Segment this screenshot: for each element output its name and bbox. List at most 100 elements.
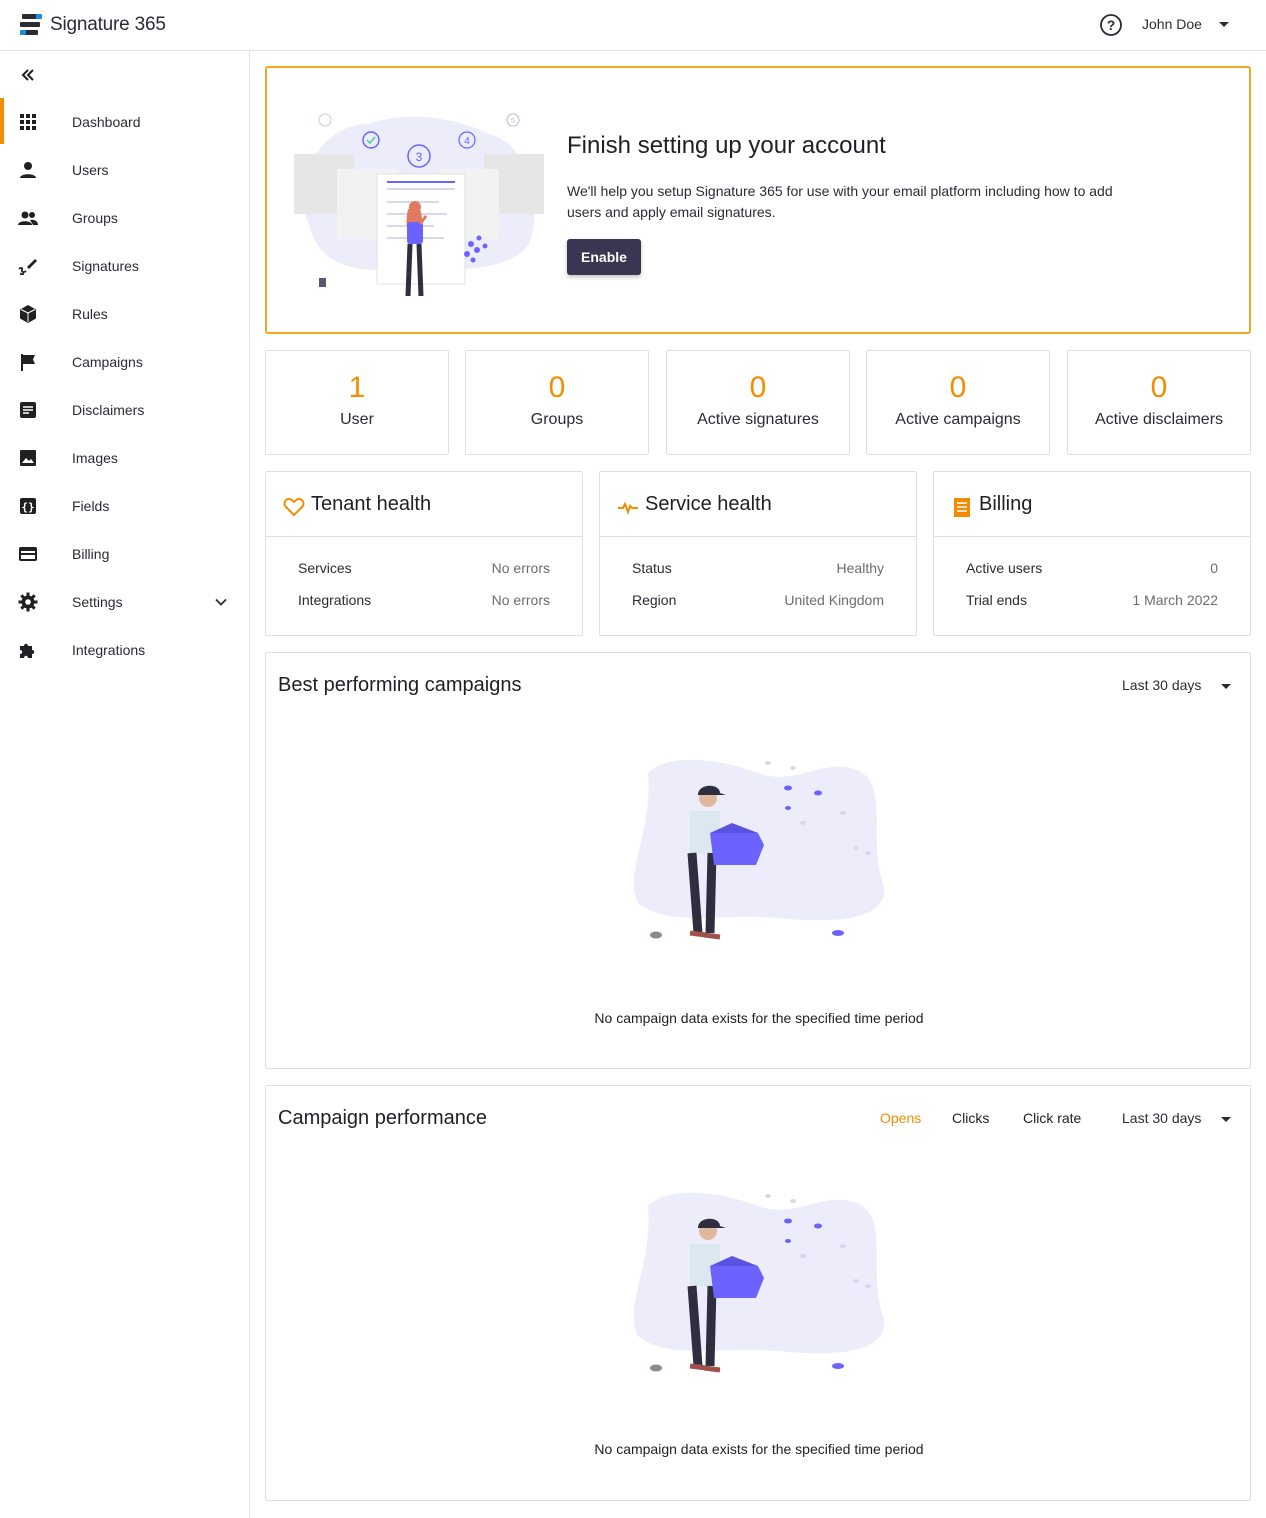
kv-key: Active users xyxy=(966,560,1043,576)
setup-illustration: 3 4 5 xyxy=(294,113,544,297)
user-menu-name[interactable]: John Doe xyxy=(1142,16,1202,32)
sidebar-item-label: Dashboard xyxy=(72,114,141,130)
stat-card-active-campaigns[interactable]: 0 Active campaigns xyxy=(866,350,1050,455)
card-header: Service health xyxy=(600,472,916,537)
sidebar-item-signatures[interactable]: Signatures xyxy=(0,242,249,290)
stat-value: 0 xyxy=(1150,371,1168,404)
kv-key: Services xyxy=(298,560,352,576)
panel-title: Campaign performance xyxy=(278,1107,487,1129)
svg-text:4: 4 xyxy=(464,136,470,147)
billing-card: Billing Active users 0 Trial ends 1 March … xyxy=(933,471,1251,636)
panel-title: Best performing campaigns xyxy=(278,674,522,696)
user-icon xyxy=(20,162,36,178)
top-bar: Signature 365 ? John Doe xyxy=(0,0,1266,51)
sidebar-item-fields[interactable]: {} Fields xyxy=(0,482,249,530)
image-icon xyxy=(20,450,36,466)
card-title: Billing xyxy=(979,493,1033,515)
cube-icon xyxy=(20,305,36,323)
empty-box-illustration xyxy=(633,1192,885,1373)
brand-logo[interactable]: Signature 365 xyxy=(18,12,166,38)
card-title: Service health xyxy=(645,493,772,515)
sidebar-item-label: Rules xyxy=(72,306,108,322)
stats-row: 1 User 0 Groups 0 Active signatures 0 Ac… xyxy=(265,350,1251,455)
card-title: Tenant health xyxy=(311,493,432,515)
svg-text:{}: {} xyxy=(21,501,34,514)
svg-text:5: 5 xyxy=(511,118,515,125)
card-header: Tenant health xyxy=(266,472,582,537)
stat-value: 1 xyxy=(348,371,366,404)
best-campaigns-panel: Best performing campaigns Last 30 days N… xyxy=(265,652,1251,1069)
document-icon xyxy=(20,402,36,418)
kv-value: 0 xyxy=(1210,560,1218,576)
receipt-icon xyxy=(954,498,970,517)
sidebar-item-images[interactable]: Images xyxy=(0,434,249,482)
stat-label: User xyxy=(340,411,374,428)
stat-value: 0 xyxy=(749,371,767,404)
kv-value: 1 March 2022 xyxy=(1132,592,1218,608)
user-menu-caret-icon[interactable] xyxy=(1219,22,1229,27)
sidebar-item-groups[interactable]: Groups xyxy=(0,194,249,242)
enable-button[interactable]: Enable xyxy=(567,239,641,275)
setup-banner: 3 4 5 Finish setting up your account We'… xyxy=(265,66,1251,334)
chevron-down-icon[interactable] xyxy=(213,594,229,610)
sidebar-item-users[interactable]: Users xyxy=(0,146,249,194)
stat-card-groups[interactable]: 0 Groups xyxy=(465,350,649,455)
sidebar-item-label: Signatures xyxy=(72,258,139,274)
flag-icon xyxy=(21,354,35,371)
date-range-select[interactable]: Last 30 days xyxy=(1122,677,1201,693)
sidebar-item-settings[interactable]: Settings xyxy=(0,578,249,626)
kv-value: United Kingdom xyxy=(784,592,884,608)
stat-card-users[interactable]: 1 User xyxy=(265,350,449,455)
sidebar-item-label: Integrations xyxy=(72,642,146,658)
sidebar-nav: Dashboard Users Groups Signatures Rules … xyxy=(0,98,249,674)
metric-tab-opens[interactable]: Opens xyxy=(880,1110,921,1126)
svg-text:3: 3 xyxy=(416,150,423,164)
stat-card-active-signatures[interactable]: 0 Active signatures xyxy=(666,350,850,455)
sidebar-item-label: Disclaimers xyxy=(72,402,145,418)
credit-card-icon xyxy=(19,547,37,561)
stat-label: Groups xyxy=(530,411,584,428)
sidebar-item-label: Campaigns xyxy=(72,354,143,370)
sidebar-item-label: Users xyxy=(72,162,109,178)
empty-message: No campaign data exists for the specifie… xyxy=(594,1010,924,1026)
sidebar-item-dashboard[interactable]: Dashboard xyxy=(0,98,249,146)
stat-label: Active signatures xyxy=(697,411,819,428)
gear-icon xyxy=(18,592,38,612)
stat-label: Active campaigns xyxy=(895,411,1021,428)
kv-key: Status xyxy=(632,560,672,576)
group-icon xyxy=(18,211,38,225)
empty-box-illustration xyxy=(633,759,885,940)
sidebar-item-rules[interactable]: Rules xyxy=(0,290,249,338)
help-icon[interactable]: ? xyxy=(1099,13,1123,37)
sidebar-item-disclaimers[interactable]: Disclaimers xyxy=(0,386,249,434)
metric-tab-click-rate[interactable]: Click rate xyxy=(1023,1110,1081,1126)
sidebar-item-integrations[interactable]: Integrations xyxy=(0,626,249,674)
sidebar-item-label: Groups xyxy=(72,210,118,226)
setup-description: We'll help you setup Signature 365 for u… xyxy=(567,183,1113,220)
braces-icon: {} xyxy=(20,498,36,514)
stat-label: Active disclaimers xyxy=(1094,411,1224,428)
kv-key: Integrations xyxy=(298,592,372,608)
grid-icon xyxy=(20,114,36,130)
empty-message: No campaign data exists for the specifie… xyxy=(594,1441,924,1457)
sidebar-item-label: Fields xyxy=(72,498,110,514)
caret-down-icon[interactable] xyxy=(1221,684,1231,689)
puzzle-icon xyxy=(20,643,35,658)
kv-value: Healthy xyxy=(836,560,884,576)
sidebar: Dashboard Users Groups Signatures Rules … xyxy=(0,51,250,1518)
kv-key: Region xyxy=(632,592,677,608)
stat-card-active-disclaimers[interactable]: 0 Active disclaimers xyxy=(1067,350,1251,455)
date-range-select[interactable]: Last 30 days xyxy=(1122,1110,1201,1126)
tenant-health-card: Tenant health Services No errors Integrat… xyxy=(265,471,583,636)
brand-name: Signature 365 xyxy=(50,14,166,35)
metric-tab-clicks[interactable]: Clicks xyxy=(952,1110,989,1126)
caret-down-icon[interactable] xyxy=(1221,1117,1231,1122)
stat-value: 0 xyxy=(949,371,967,404)
health-cards-row: Tenant health Services No errors Integrat… xyxy=(265,471,1251,636)
sidebar-item-campaigns[interactable]: Campaigns xyxy=(0,338,249,386)
collapse-sidebar-icon[interactable] xyxy=(18,65,38,85)
signature-icon xyxy=(18,259,37,275)
setup-title: Finish setting up your account xyxy=(567,132,886,159)
logo-mark-icon xyxy=(20,14,42,35)
sidebar-item-billing[interactable]: Billing xyxy=(0,530,249,578)
